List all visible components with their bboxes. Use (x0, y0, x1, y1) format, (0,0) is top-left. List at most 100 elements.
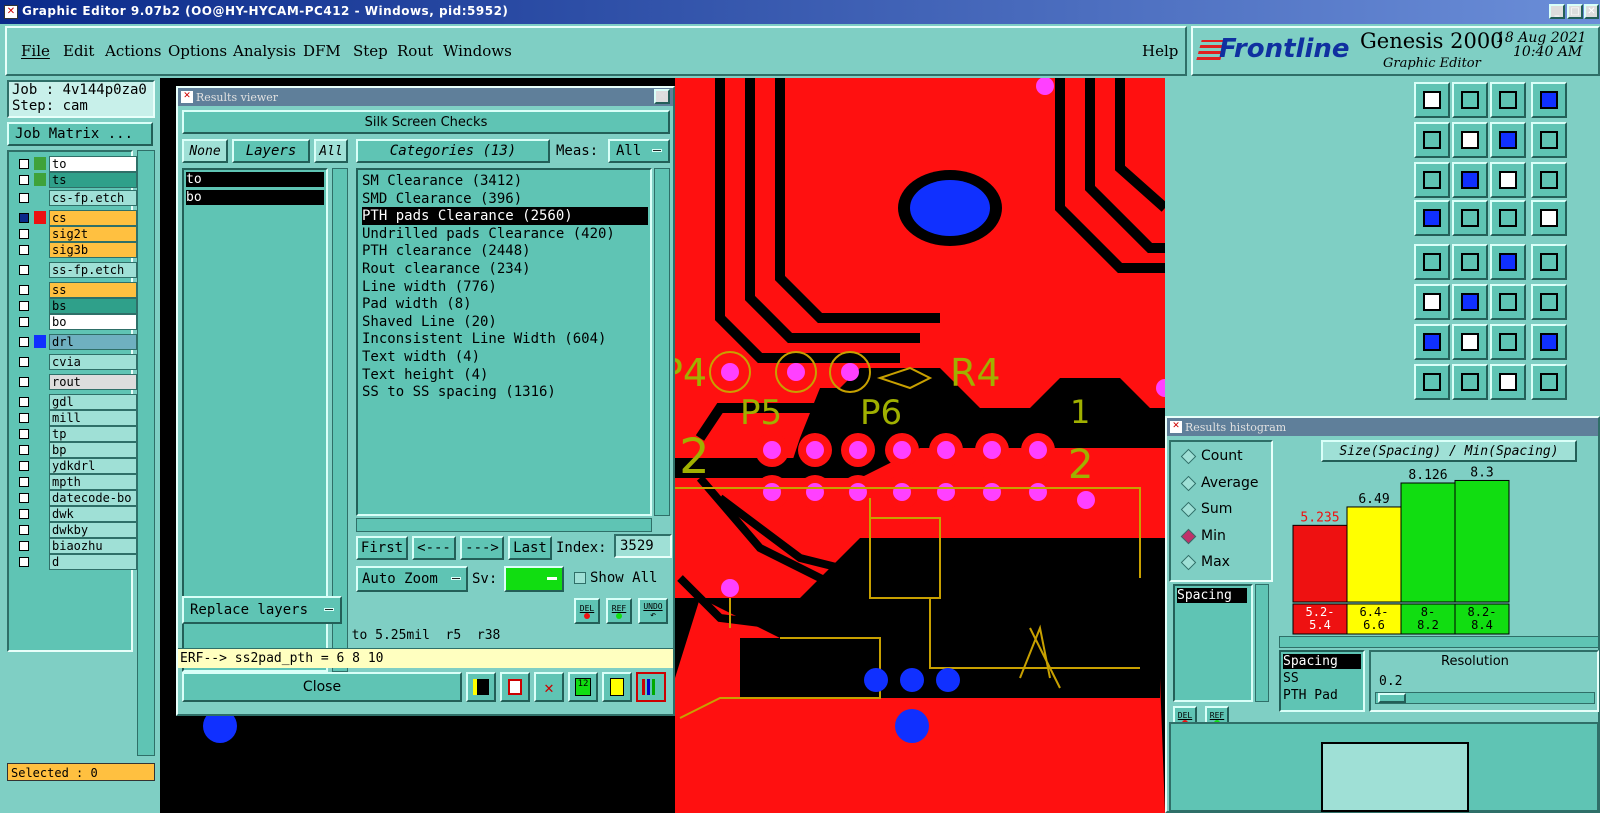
categories-list[interactable]: SM Clearance (3412) SMD Clearance (396) PT… (356, 168, 652, 516)
export-icon-button[interactable] (500, 672, 530, 702)
pan-left-icon[interactable] (1414, 122, 1450, 158)
histogram-icon-button[interactable] (636, 672, 666, 702)
layer-checkbox[interactable] (19, 445, 29, 455)
maximize-button[interactable]: □ (1567, 4, 1583, 19)
last-button[interactable]: Last (508, 536, 552, 560)
value-pth-pad[interactable]: PTH Pad (1283, 688, 1361, 703)
auto-zoom-dropdown[interactable]: Auto Zoom (356, 566, 468, 592)
previous-button[interactable]: <--- (412, 536, 456, 560)
mirror-icon[interactable] (1490, 122, 1526, 158)
layer-checkbox[interactable] (19, 493, 29, 503)
radio-min[interactable] (1180, 528, 1197, 544)
layer-result-bo[interactable]: bo (186, 190, 324, 205)
close-button[interactable]: Close (182, 672, 462, 702)
replace-layers-dropdown[interactable]: Replace layers (182, 596, 342, 624)
histogram-bar[interactable] (1292, 524, 1348, 603)
diag-icon[interactable] (1452, 324, 1488, 360)
layer-row-mill[interactable]: mill (15, 410, 137, 426)
fit-icon[interactable] (1531, 82, 1567, 118)
resolution-slider[interactable] (1375, 692, 1595, 704)
category-item[interactable]: Rout clearance (234) (362, 260, 648, 278)
layer-row-ss-fp.etch[interactable]: ss-fp.etch (15, 262, 137, 278)
layer-row-mpth[interactable]: mpth (15, 474, 137, 490)
layer-row-cs-fp.etch[interactable]: cs-fp.etch (15, 190, 137, 206)
bubble-icon[interactable] (1531, 364, 1567, 400)
layer-checkbox[interactable] (19, 265, 29, 275)
minimize-button[interactable]: _ (1549, 4, 1565, 19)
home-icon[interactable] (1490, 82, 1526, 118)
histogram-hscrollbar[interactable] (1279, 636, 1599, 648)
menu-options[interactable]: Options (168, 42, 227, 60)
layer-checkbox[interactable] (19, 557, 29, 567)
histogram-field-list[interactable]: Spacing (1173, 584, 1253, 702)
menu-actions[interactable]: Actions (105, 42, 161, 60)
layer-row-sig2t[interactable]: sig2t (15, 226, 137, 242)
layer-result-to[interactable]: to (186, 172, 324, 187)
layer-checkbox[interactable] (19, 377, 29, 387)
junction-icon[interactable] (1531, 324, 1567, 360)
help-icon[interactable] (1531, 162, 1567, 198)
layer-row-ts[interactable]: ts (15, 172, 137, 188)
point-icon[interactable] (1531, 284, 1567, 320)
zoom-out-icon[interactable] (1452, 82, 1488, 118)
report-icon-button[interactable] (602, 672, 632, 702)
layer-row-drl[interactable]: drl (15, 334, 137, 350)
category-item[interactable]: SMD Clearance (396) (362, 190, 648, 208)
highlight-icon-button[interactable] (466, 672, 496, 702)
layer-row-ydkdrl[interactable]: ydkdrl (15, 458, 137, 474)
layer-checkbox[interactable] (19, 229, 29, 239)
category-item[interactable]: SM Clearance (3412) (362, 172, 648, 190)
first-button[interactable]: First (356, 536, 408, 560)
layer-row-bo[interactable]: bo (15, 314, 137, 330)
radio-average[interactable] (1180, 475, 1197, 491)
layer-row-gdl[interactable]: gdl (15, 394, 137, 410)
cross-icon[interactable] (1452, 284, 1488, 320)
fit-screen-icon[interactable] (1414, 162, 1450, 198)
category-item[interactable]: Undrilled pads Clearance (420) (362, 225, 648, 243)
layer-checkbox[interactable] (19, 285, 29, 295)
next-button[interactable]: ---> (460, 536, 504, 560)
field-spacing[interactable]: Spacing (1177, 588, 1247, 603)
radio-sum[interactable] (1180, 501, 1197, 518)
center-icon[interactable] (1452, 162, 1488, 198)
layer-row-dwk[interactable]: dwk (15, 506, 137, 522)
layer-row-dwkby[interactable]: dwkby (15, 522, 137, 538)
category-item[interactable]: Line width (776) (362, 278, 648, 296)
category-item[interactable]: Text width (4) (362, 348, 648, 366)
zoom-in-icon[interactable] (1414, 82, 1450, 118)
histogram-bar[interactable] (1454, 479, 1510, 603)
circle-icon[interactable] (1531, 244, 1567, 280)
histogram-value-list[interactable]: Spacing SS PTH Pad (1279, 650, 1365, 712)
menu-file[interactable]: File (21, 42, 50, 60)
layer-checkbox[interactable] (19, 159, 29, 169)
layer-scroll-track[interactable] (137, 150, 155, 756)
histogram-bar[interactable] (1400, 482, 1456, 603)
layer-row-ss[interactable]: ss (15, 282, 137, 298)
ref-button[interactable]: REF (606, 598, 632, 624)
trace-icon[interactable] (1452, 364, 1488, 400)
value-ss[interactable]: SS (1283, 671, 1361, 686)
job-matrix-button[interactable]: Job Matrix ... (7, 122, 153, 146)
layer-row-datecode-bo[interactable]: datecode-bo (15, 490, 137, 506)
menu-rout[interactable]: Rout (397, 42, 433, 60)
grid-icon[interactable] (1452, 200, 1488, 236)
undo-button[interactable]: UNDO ↶ (638, 598, 668, 624)
list-icon-button[interactable]: 12 (568, 672, 598, 702)
layer-checkbox[interactable] (19, 429, 29, 439)
ruler-icon[interactable] (1490, 244, 1526, 280)
layer-checkbox[interactable] (19, 193, 29, 203)
layer-checkbox[interactable] (19, 301, 29, 311)
all-button[interactable]: All (314, 139, 348, 163)
menu-windows[interactable]: Windows (443, 42, 512, 60)
layer-checkbox[interactable] (19, 175, 29, 185)
category-item[interactable]: PTH clearance (2448) (362, 242, 648, 260)
node-icon[interactable] (1414, 284, 1450, 320)
resolution-slider-thumb[interactable] (1378, 693, 1406, 703)
layer-row-tp[interactable]: tp (15, 426, 137, 442)
flip-icon[interactable] (1452, 244, 1488, 280)
remove-icon-button[interactable]: ✕ (534, 672, 564, 702)
category-item[interactable]: PTH pads Clearance (2560) (362, 207, 648, 226)
layer-checkbox[interactable] (19, 413, 29, 423)
layer-row-to[interactable]: to (15, 156, 137, 172)
layer-row-biaozhu[interactable]: biaozhu (15, 538, 137, 554)
